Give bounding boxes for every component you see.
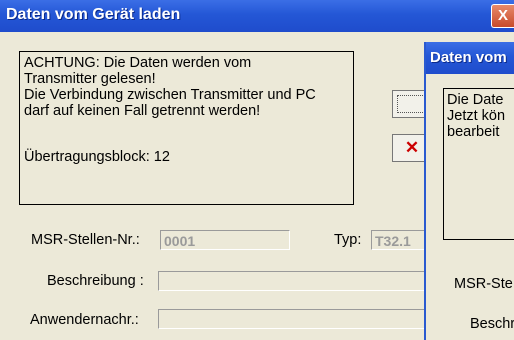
second-message-box: Die Date Jetzt kön bearbeit — [443, 88, 514, 240]
message-line: Die Verbindung zwischen Transmitter und … — [24, 87, 316, 103]
typ-label: Typ: — [334, 232, 362, 248]
focus-rect — [397, 95, 427, 113]
second-beschr-label: Beschr — [470, 316, 514, 332]
second-message-line: Jetzt kön — [447, 108, 506, 124]
anwender-field[interactable] — [158, 309, 428, 329]
second-window-title: Daten vom — [430, 49, 507, 66]
transfer-block-status: Übertragungsblock: 12 — [24, 149, 170, 165]
second-window-title-bar: Daten vom — [426, 42, 514, 74]
second-dialog-window[interactable]: Daten vom Die Date Jetzt kön bearbeit MS… — [424, 42, 514, 340]
title-bar: Daten vom Gerät laden X — [0, 0, 514, 32]
beschreibung-field[interactable] — [158, 271, 428, 291]
second-msr-label: MSR-Ste — [454, 276, 513, 292]
anwender-label: Anwendernachr.: — [30, 312, 139, 328]
second-message-line: bearbeit — [447, 124, 500, 140]
msr-label: MSR-Stellen-Nr.: — [31, 232, 140, 248]
beschreibung-label: Beschreibung : — [47, 273, 144, 289]
message-line: ACHTUNG: Die Daten werden vom — [24, 55, 252, 71]
window-title: Daten vom Gerät laden — [6, 6, 181, 23]
message-line: darf auf keinen Fall getrennt werden! — [24, 103, 261, 119]
close-button[interactable]: X — [491, 4, 514, 28]
msr-field[interactable]: 0001 — [160, 230, 290, 250]
second-message-line: Die Date — [447, 92, 504, 108]
typ-field[interactable]: T32.1 — [371, 230, 427, 250]
message-line: Transmitter gelesen! — [24, 71, 156, 87]
message-box: ACHTUNG: Die Daten werden vom Transmitte… — [19, 51, 354, 205]
